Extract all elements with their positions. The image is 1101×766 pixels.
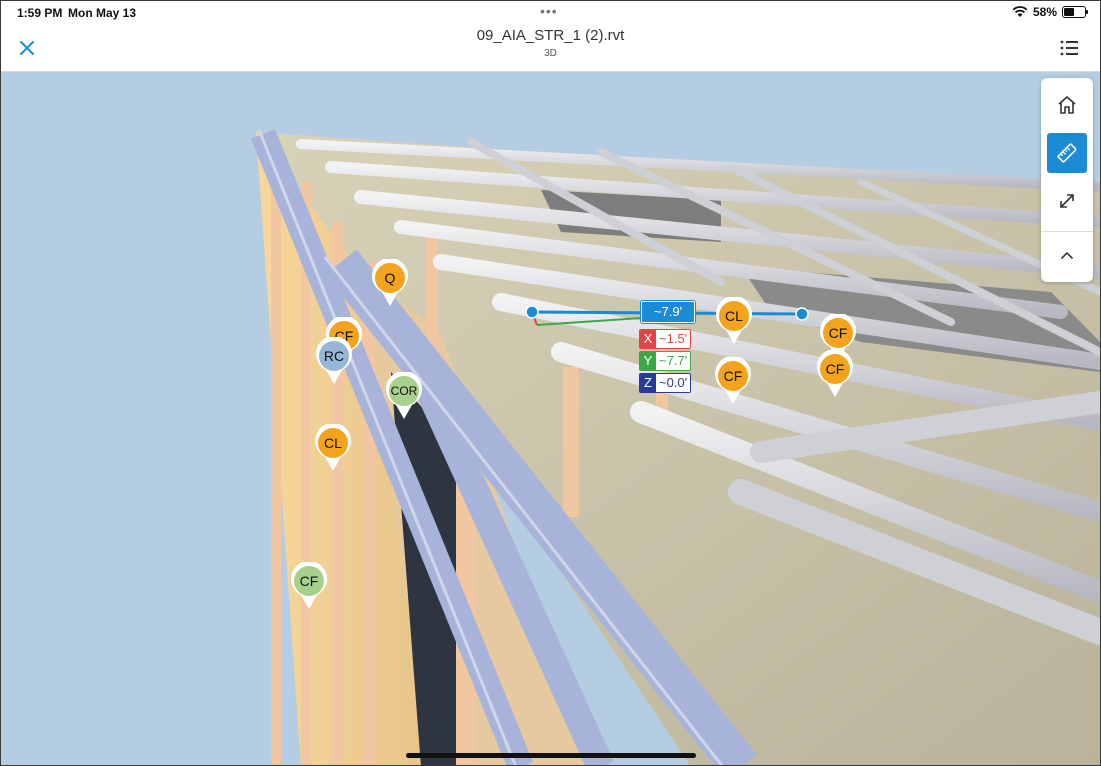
measure-y-readout: Y ~7.7' xyxy=(639,351,692,371)
3d-viewport[interactable]: ~7.9' X ~1.5' Y ~7.7' Z ~0.0' Q CF RC CO xyxy=(1,72,1100,766)
status-bar: 1:59 PM Mon May 13 ••• 58% xyxy=(1,1,1100,25)
status-time: 1:59 PM xyxy=(17,6,63,20)
wifi-icon xyxy=(1012,6,1028,17)
app-window: 1:59 PM Mon May 13 ••• 58% 09_AIA_STR_1 … xyxy=(0,0,1101,766)
toolbar-divider xyxy=(1041,231,1093,232)
issue-pin[interactable]: CL xyxy=(314,422,352,472)
list-icon xyxy=(1060,40,1078,56)
view-name: 3D xyxy=(544,48,557,59)
x-axis-value: ~1.5' xyxy=(656,330,691,348)
multitask-dots[interactable]: ••• xyxy=(540,3,558,19)
z-axis-key: Z xyxy=(640,374,656,392)
fit-view-button[interactable] xyxy=(1047,181,1087,221)
nav-bar: 09_AIA_STR_1 (2).rvt 3D xyxy=(1,25,1100,72)
pin-label: RC xyxy=(323,348,345,364)
pin-label: CL xyxy=(725,308,743,324)
expand-icon xyxy=(1060,194,1074,208)
x-axis-key: X xyxy=(640,330,656,348)
battery-icon xyxy=(1062,6,1088,18)
z-axis-value: ~0.0' xyxy=(656,374,691,392)
measure-x-readout: X ~1.5' xyxy=(639,329,692,349)
chevron-up-icon xyxy=(1061,251,1073,259)
issue-pin[interactable]: CF xyxy=(714,355,752,405)
issue-pin[interactable]: Q xyxy=(371,257,409,307)
collapse-toolbar-button[interactable] xyxy=(1047,236,1087,276)
pin-label: COR xyxy=(390,384,418,398)
measure-distance-label: ~7.9' xyxy=(641,301,695,323)
pin-label: CF xyxy=(723,368,743,384)
model-browser-button[interactable] xyxy=(1058,37,1080,59)
home-indicator[interactable] xyxy=(406,753,696,758)
pin-label: CL xyxy=(324,435,342,451)
pin-label: CF xyxy=(828,325,848,341)
battery-level xyxy=(1064,8,1074,16)
measure-z-readout: Z ~0.0' xyxy=(639,373,692,393)
measure-ruler-icon xyxy=(1057,143,1077,163)
building-model[interactable] xyxy=(1,72,1100,766)
pin-label: Q xyxy=(384,270,396,286)
y-axis-value: ~7.7' xyxy=(656,352,691,370)
issue-pin[interactable]: RC xyxy=(315,335,353,385)
battery-percent: 58% xyxy=(1032,5,1057,19)
issue-pin[interactable]: COR xyxy=(385,370,423,420)
document-title: 09_AIA_STR_1 (2).rvt xyxy=(476,27,625,44)
home-view-button[interactable] xyxy=(1047,85,1087,125)
status-indicators: 58% xyxy=(1012,5,1088,19)
pin-label: CF xyxy=(299,573,319,589)
home-icon xyxy=(1058,96,1076,114)
pin-label: CF xyxy=(825,361,845,377)
issue-pin[interactable]: CF xyxy=(816,348,854,398)
view-toolbar xyxy=(1041,78,1093,282)
measure-tool-button[interactable] xyxy=(1047,133,1087,173)
issue-pin[interactable]: CL xyxy=(715,295,753,345)
status-date: Mon May 13 xyxy=(68,6,137,20)
issue-pin[interactable]: CF xyxy=(290,560,328,610)
y-axis-key: Y xyxy=(640,352,656,370)
